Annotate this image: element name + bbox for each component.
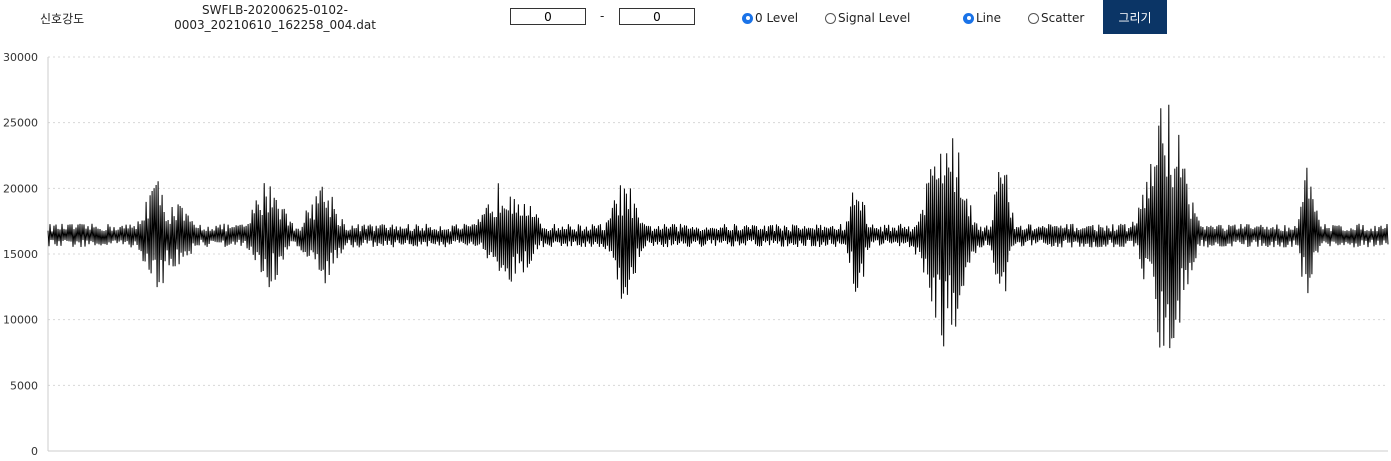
y-tick-label: 15000 [3,248,38,261]
range-separator: - [600,9,605,23]
scatter-chart-radio[interactable]: Scatter [1028,10,1084,26]
range-start-input[interactable] [510,8,586,25]
y-tick-label: 25000 [3,117,38,130]
signal-series-line [47,104,1389,349]
filename-line-2: 0003_20210610_162258_004.dat [174,18,376,32]
y-tick-label: 30000 [3,51,38,64]
radio-unchecked-icon [825,12,836,24]
draw-button[interactable]: 그리기 [1103,0,1167,34]
scatter-label: Scatter [1041,11,1085,25]
signal-strength-label: 신호강도 [40,12,85,26]
filename-label: SWFLB-20200625-0102- 0003_20210610_16225… [160,3,390,33]
line-label: Line [976,11,1002,25]
y-tick-label: 20000 [3,182,38,195]
radio-checked-icon [963,12,974,24]
toolbar: 신호강도 SWFLB-20200625-0102- 0003_20210610_… [0,0,1391,40]
radio-unchecked-icon [1028,12,1039,24]
line-chart-radio[interactable]: Line [963,10,1001,26]
filename-line-1: SWFLB-20200625-0102- [202,3,348,17]
y-tick-label: 5000 [10,379,38,392]
signal-level-radio[interactable]: Signal Level [825,10,910,26]
signal-level-label: Signal Level [838,11,911,25]
zero-level-radio[interactable]: 0 Level [742,10,798,26]
y-tick-label: 0 [31,445,38,458]
range-end-input[interactable] [619,8,695,25]
y-tick-label: 10000 [3,314,38,327]
radio-checked-icon [742,12,753,24]
y-axis-ticks: 0 5000 10000 15000 20000 25000 30000 [3,51,38,458]
zero-level-label: 0 Level [755,11,799,25]
signal-chart: 0 5000 10000 15000 20000 25000 30000 [3,51,1389,458]
